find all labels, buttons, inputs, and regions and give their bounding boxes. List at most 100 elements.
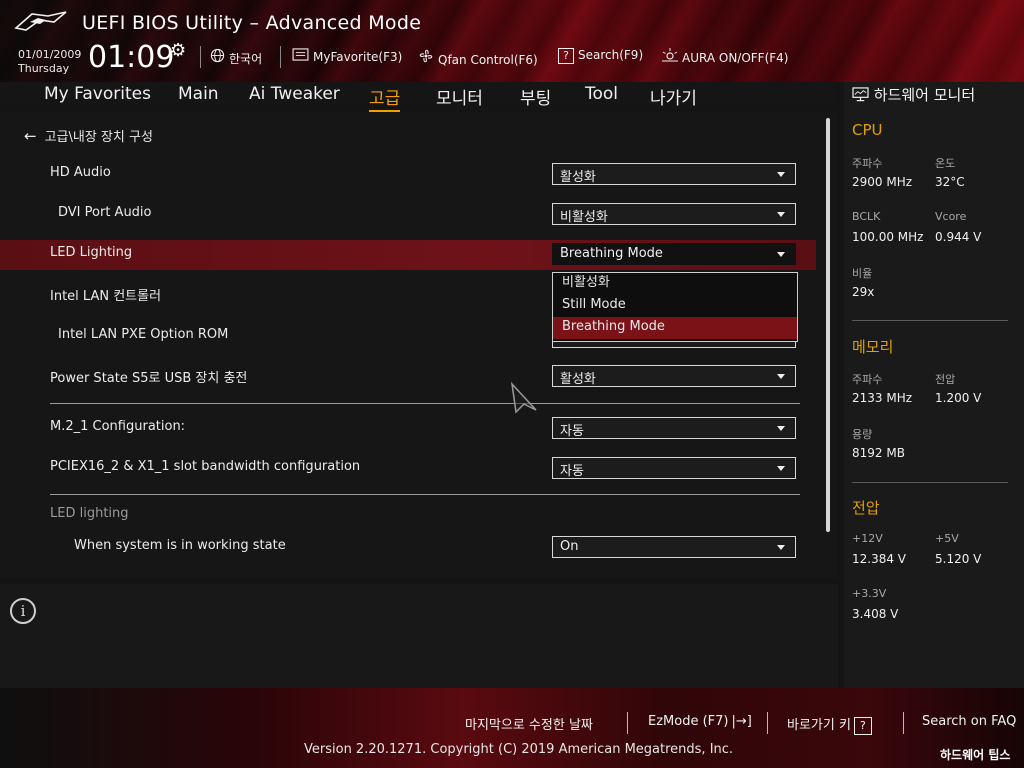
settings-scrollbar[interactable] [826,118,830,532]
date-display: 01/01/2009 Thursday [18,48,81,76]
mem-capacity-label: 용량 [852,428,873,441]
led-lighting-options-popup: 비활성화 Still Mode Breathing Mode [552,272,798,342]
dropdown-value: 자동 [560,424,584,439]
setting-label-intel-lan-pxe: Intel LAN PXE Option ROM [58,327,229,342]
dvi-port-audio-dropdown[interactable]: 비활성화 [552,203,796,225]
header-separator [200,46,201,68]
pciex16-bandwidth-dropdown[interactable]: 자동 [552,457,796,479]
cpu-vcore-label: Vcore [935,210,967,223]
hw-monitor-title: 하드웨어 모니터 [852,84,975,105]
search-help-icon: ? [558,48,574,64]
chevron-down-icon [777,545,785,550]
m2-config-dropdown[interactable]: 자동 [552,417,796,439]
globe-icon [210,48,225,66]
setting-label-hd-audio: HD Audio [50,165,111,180]
setting-label-led-lighting: LED Lighting [50,245,133,260]
cpu-ratio-label: 비율 [852,267,873,280]
chevron-down-icon [777,426,785,431]
tab-exit[interactable]: 나가기 [650,84,697,109]
rog-logo-icon [14,11,67,31]
gear-icon[interactable]: ⚙ [170,40,186,61]
chevron-down-icon [777,374,785,379]
tab-monitor[interactable]: 모니터 [436,84,483,109]
ezmode-button[interactable]: EzMode (F7) |→] [648,714,752,729]
breadcrumb-text: 고급\내장 장치 구성 [44,130,153,145]
tab-advanced[interactable]: 고급 [369,84,401,112]
cpu-freq-value: 2900 MHz [852,175,913,189]
cpu-temp-value: 32°C [935,175,965,189]
led-lighting-dropdown[interactable]: Breathing Mode [552,243,796,265]
dropdown-value: 활성화 [560,170,596,185]
last-modified-button[interactable]: 마지막으로 수정한 날짜 [465,714,593,733]
chevron-down-icon [777,466,785,471]
v5-value: 5.120 V [935,552,982,566]
section-divider [50,403,800,404]
dropdown-value: 활성화 [560,372,596,387]
v33-label: +3.3V [852,587,887,600]
exit-arrow-icon: |→] [731,714,752,729]
hd-audio-dropdown[interactable]: 활성화 [552,163,796,185]
working-state-dropdown[interactable]: On [552,536,796,558]
cpu-bclk-label: BCLK [852,210,881,223]
tab-boot[interactable]: 부팅 [520,84,551,109]
cpu-vcore-value: 0.944 V [935,230,982,244]
v12-value: 12.384 V [852,552,907,566]
search-button[interactable]: ? Search(F9) [558,48,643,64]
myfavorite-button[interactable]: MyFavorite(F3) [292,48,402,64]
chevron-down-icon [777,172,785,177]
myfavorite-icon [292,48,309,64]
fan-icon [418,48,434,67]
language-selector[interactable]: 한국어 [210,48,262,67]
back-arrow-icon[interactable]: ← [24,127,37,145]
qfan-control-button[interactable]: Qfan Control(F6) [418,48,538,67]
hw-section-divider [852,320,1008,321]
search-faq-button[interactable]: Search on FAQ [922,714,1016,729]
mem-freq-value: 2133 MHz [852,391,913,405]
qfan-label: Qfan Control(F6) [438,53,538,67]
mouse-cursor-icon [510,382,537,414]
setting-label-dvi-port-audio: DVI Port Audio [58,205,152,220]
tab-tool[interactable]: Tool [585,84,618,104]
hotkey-help-icon: ? [853,716,872,735]
aura-icon [662,48,678,65]
tab-ai-tweaker[interactable]: Ai Tweaker [249,84,340,104]
option-breathing-mode[interactable]: Breathing Mode [553,317,797,339]
info-icon: i [10,598,36,624]
cpu-bclk-value: 100.00 MHz [852,230,924,244]
aura-label: AURA ON/OFF(F4) [682,51,789,65]
v12-label: +12V [852,532,883,545]
header-separator [280,46,281,68]
aura-toggle-button[interactable]: AURA ON/OFF(F4) [662,48,788,65]
cpu-temp-label: 온도 [935,157,956,170]
search-label: Search(F9) [578,48,644,62]
ezmode-label: EzMode (F7) [648,714,729,729]
power-state-s5-dropdown[interactable]: 활성화 [552,365,796,387]
setting-label-m2-config: M.2_1 Configuration: [50,419,186,434]
help-info-panel [0,584,838,688]
day-text: Thursday [18,62,70,75]
option-still-mode[interactable]: Still Mode [553,295,797,317]
setting-label-working-state: When system is in working state [74,538,286,553]
hotkeys-label: 바로가기 키 [787,718,851,733]
voltage-section-title: 전압 [852,499,880,517]
mem-freq-label: 주파수 [852,373,883,386]
dropdown-value: On [560,539,579,554]
tab-my-favorites[interactable]: My Favorites [44,84,151,104]
hotkeys-button[interactable]: 바로가기 키? [787,714,872,735]
app-title: UEFI BIOS Utility – Advanced Mode [82,12,422,34]
tab-main[interactable]: Main [178,84,219,104]
cpu-ratio-value: 29x [852,285,875,299]
mem-capacity-value: 8192 MB [852,446,905,460]
setting-label-pciex16-bandwidth: PCIEX16_2 & X1_1 slot bandwidth configur… [50,459,361,474]
cpu-freq-label: 주파수 [852,157,883,170]
section-header-led-lighting: LED lighting [50,506,129,521]
myfavorite-label: MyFavorite(F3) [313,50,403,64]
footer-separator [767,712,768,734]
breadcrumb[interactable]: ← 고급\내장 장치 구성 [24,126,153,145]
chevron-down-icon [777,212,785,217]
v5-label: +5V [935,532,959,545]
date-text: 01/01/2009 [18,48,82,61]
clock-time[interactable]: 01:09 [88,40,174,75]
option-disabled[interactable]: 비활성화 [553,273,797,295]
chevron-down-icon [777,252,785,257]
